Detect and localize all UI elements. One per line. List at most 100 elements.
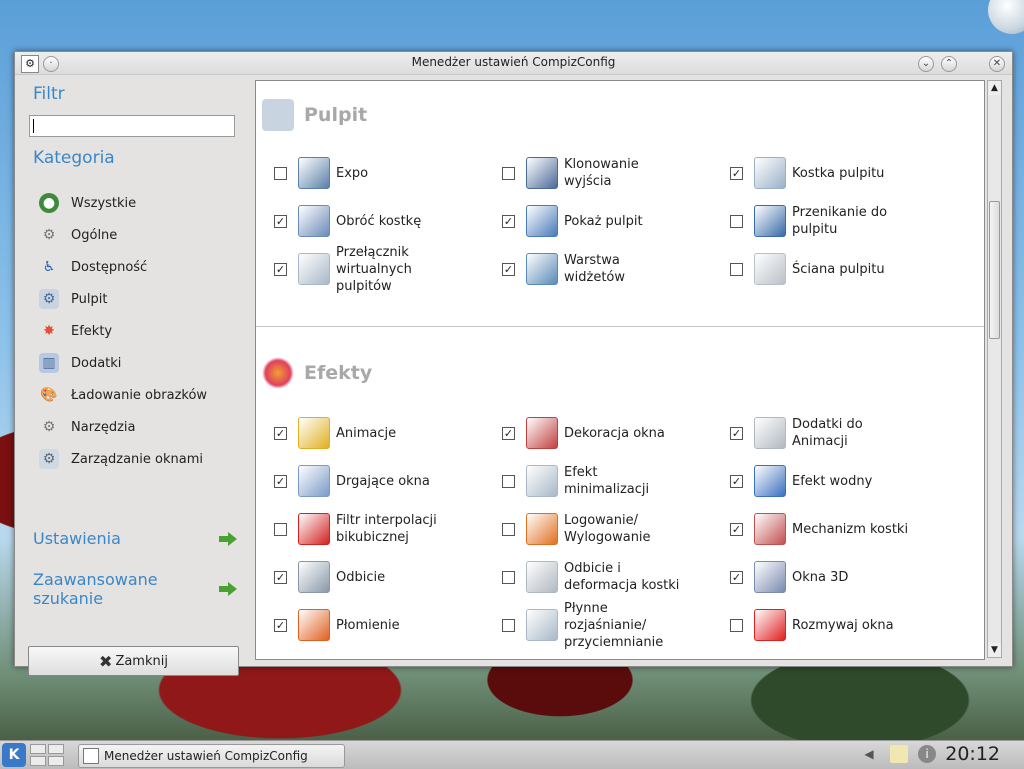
checkbox-checked[interactable]: ✓ <box>274 474 287 488</box>
kde-menu-icon[interactable]: K <box>2 743 26 767</box>
category-general[interactable]: ⚙ Ogólne <box>39 219 207 251</box>
plugin-item[interactable]: Filtr interpolacji bikubicznej <box>274 505 456 553</box>
plugin-item[interactable]: Logowanie/ Wylogowanie <box>502 505 684 553</box>
plugin-item[interactable]: ✓ Efekt wodny <box>730 457 912 505</box>
plugin-item[interactable]: ✓ Warstwa widżetów <box>502 245 684 293</box>
plugin-label: Płynne rozjaśnianie/ przyciemnianie <box>564 600 664 650</box>
plugin-item[interactable]: ✓ Płomienie <box>274 601 456 649</box>
taskbar-task-compizconfig[interactable]: Menedżer ustawień CompizConfig <box>78 744 345 768</box>
close-window-button[interactable]: ✕ <box>989 56 1005 72</box>
login-logout-icon <box>526 513 558 545</box>
desktop-gear-icon <box>262 99 294 131</box>
plugin-item[interactable]: ✓ Obróć kostkę <box>274 197 456 245</box>
checkbox-unchecked[interactable] <box>274 522 287 536</box>
window-gear-icon <box>83 748 99 764</box>
category-window-management[interactable]: ⚙ Zarządzanie oknami <box>39 443 207 475</box>
checkbox-checked[interactable]: ✓ <box>502 262 515 276</box>
checkbox-unchecked[interactable] <box>730 214 743 228</box>
plugin-item[interactable]: Klonowanie wyjścia <box>502 149 684 197</box>
wheelchair-icon: ♿ <box>42 259 56 275</box>
plugin-item[interactable]: ✓ Animacje <box>274 409 456 457</box>
plugin-label: Odbicie <box>336 569 386 585</box>
plugin-item[interactable]: ✓ Pokaż pulpit <box>502 197 684 245</box>
category-image-loading[interactable]: 🎨 Ładowanie obrazków <box>39 379 207 411</box>
plugin-item[interactable]: ✓ Okna 3D <box>730 553 912 601</box>
desktop-widget-icon <box>988 0 1024 34</box>
close-button[interactable]: ✖ Zamknij <box>28 646 239 676</box>
globe-icon: ● <box>39 193 59 213</box>
plugin-item[interactable]: Rozmywaj okna <box>730 601 912 649</box>
advanced-search-link[interactable]: Zaawansowane szukanie <box>33 570 237 608</box>
vertical-scrollbar[interactable]: ▲ ▼ <box>987 80 1002 658</box>
plugin-item[interactable]: ✓ Dodatki do Animacji <box>730 409 912 457</box>
checkbox-checked[interactable]: ✓ <box>274 262 287 276</box>
plugin-item[interactable]: ✓ Odbicie <box>274 553 456 601</box>
checkbox-checked[interactable]: ✓ <box>502 214 515 228</box>
plugin-label: Ściana pulpitu <box>792 261 885 277</box>
plugin-item[interactable]: ✓ Kostka pulpitu <box>730 149 912 197</box>
maximize-button[interactable]: ⌃ <box>941 56 957 72</box>
plugin-label: Expo <box>336 165 369 181</box>
plugin-label: Płomienie <box>336 617 400 633</box>
plugin-label: Efekt wodny <box>792 473 873 489</box>
plugin-label: Odbicie i deformacja kostki <box>564 561 680 593</box>
checkbox-unchecked[interactable] <box>730 618 743 632</box>
plugin-item[interactable]: Płynne rozjaśnianie/ przyciemnianie <box>502 600 684 650</box>
category-all[interactable]: ● Wszystkie <box>39 187 207 219</box>
clock[interactable]: 20:12 <box>945 743 1000 765</box>
checkbox-checked[interactable]: ✓ <box>274 214 287 228</box>
title-bar[interactable]: ⚙ · Menedżer ustawień CompizConfig ⌄ ⌃ ✕ <box>15 52 1012 75</box>
plugin-label: Pokaż pulpit <box>564 213 643 229</box>
checkbox-unchecked[interactable] <box>502 522 515 536</box>
category-accessibility[interactable]: ♿ Dostępność <box>39 251 207 283</box>
checkbox-checked[interactable]: ✓ <box>274 570 287 584</box>
cube-icon <box>754 157 786 189</box>
windows-3d-icon <box>754 561 786 593</box>
plugin-item[interactable]: Przenikanie do pulpitu <box>730 197 912 245</box>
plugin-label: Filtr interpolacji bikubicznej <box>336 513 437 545</box>
plugin-item[interactable]: ✓ Drgające okna <box>274 457 456 505</box>
category-desktop[interactable]: ⚙ Pulpit <box>39 283 207 315</box>
checkbox-unchecked[interactable] <box>730 262 743 276</box>
scroll-down-icon[interactable]: ▼ <box>988 643 1001 657</box>
plugin-item[interactable]: ✓ Przełącznik wirtualnych pulpitów <box>274 244 456 294</box>
settings-link[interactable]: Ustawienia <box>33 529 237 548</box>
checkbox-checked[interactable]: ✓ <box>730 166 743 180</box>
checkbox-unchecked[interactable] <box>502 166 515 180</box>
rotate-cube-icon <box>298 205 330 237</box>
plugin-item[interactable]: Odbicie i deformacja kostki <box>502 553 684 601</box>
checkbox-checked[interactable]: ✓ <box>730 474 743 488</box>
plugin-label: Przenikanie do pulpitu <box>792 205 888 237</box>
plugin-label: Przełącznik wirtualnych pulpitów <box>336 244 412 294</box>
checkbox-unchecked[interactable] <box>274 166 287 180</box>
plugin-item[interactable]: Expo <box>274 149 456 197</box>
scroll-up-icon[interactable]: ▲ <box>988 81 1001 95</box>
palette-icon: 🎨 <box>40 387 58 403</box>
category-utility[interactable]: ⚙ Narzędzia <box>39 411 207 443</box>
info-icon[interactable]: i <box>918 745 936 763</box>
plugin-item[interactable]: ✓ Mechanizm kostki <box>730 505 912 553</box>
plugin-item[interactable]: Ściana pulpitu <box>730 245 912 293</box>
checkbox-checked[interactable]: ✓ <box>274 618 287 632</box>
checkbox-checked[interactable]: ✓ <box>730 570 743 584</box>
checkbox-checked[interactable]: ✓ <box>274 426 287 440</box>
clipboard-icon[interactable] <box>890 745 908 763</box>
checkbox-unchecked[interactable] <box>502 474 515 488</box>
volume-icon[interactable]: ◀ <box>860 745 878 763</box>
plugin-item[interactable]: ✓ Dekoracja okna <box>502 409 684 457</box>
minimize-button[interactable]: ⌄ <box>918 56 934 72</box>
scroll-thumb[interactable] <box>989 201 1000 339</box>
checkbox-unchecked[interactable] <box>502 618 515 632</box>
checkbox-checked[interactable]: ✓ <box>502 426 515 440</box>
plugin-label: Warstwa widżetów <box>564 253 626 285</box>
filter-input[interactable] <box>29 115 235 137</box>
desktop-switcher-icon <box>298 253 330 285</box>
category-extras[interactable]: ▥ Dodatki <box>39 347 207 379</box>
plugin-item[interactable]: Efekt minimalizacji <box>502 457 684 505</box>
category-effects[interactable]: ✸ Efekty <box>39 315 207 347</box>
desktop-pager[interactable] <box>30 744 64 766</box>
checkbox-checked[interactable]: ✓ <box>730 426 743 440</box>
checkbox-unchecked[interactable] <box>502 570 515 584</box>
plugin-label: Okna 3D <box>792 569 849 585</box>
checkbox-checked[interactable]: ✓ <box>730 522 743 536</box>
